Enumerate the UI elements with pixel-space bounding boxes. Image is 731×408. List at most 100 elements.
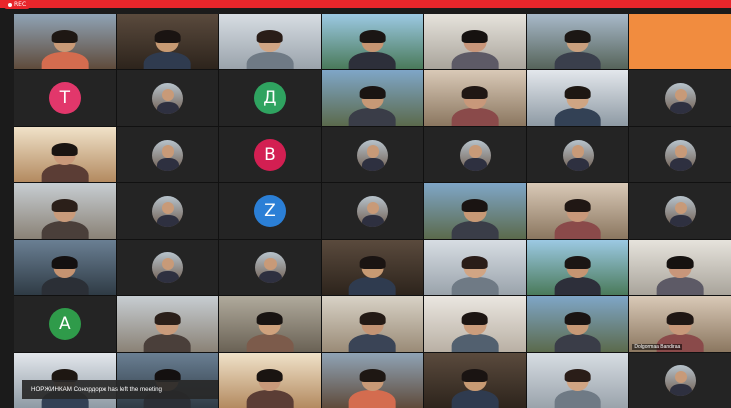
participant-video-tile[interactable] <box>526 296 629 352</box>
participant-video-feed <box>451 255 499 296</box>
participant-photo-avatar <box>665 139 697 171</box>
participant-grid: T Д B Z A Dolgormaa Bandiraa <box>14 14 731 408</box>
participant-avatar-tile[interactable] <box>116 126 219 183</box>
participant-avatar-tile[interactable] <box>321 183 424 239</box>
participant-name-label: Dolgormaa Bandiraa <box>632 343 683 350</box>
notification-text: НОРЖИНКАМ Сонордорж has left the meeting <box>31 386 162 393</box>
participant-video-tile[interactable] <box>14 183 116 239</box>
participant-video-tile[interactable] <box>526 14 629 70</box>
participant-video-tile[interactable] <box>424 352 526 408</box>
participant-video-tile[interactable] <box>526 70 629 126</box>
participant-video-tile[interactable] <box>321 70 424 126</box>
participant-video-tile[interactable] <box>424 14 526 70</box>
participant-video-tile[interactable] <box>424 296 526 352</box>
participant-video-feed <box>451 86 499 126</box>
recording-label: REC <box>14 1 27 8</box>
participant-avatar-tile[interactable] <box>116 70 219 126</box>
participant-video-feed <box>554 199 601 239</box>
participant-photo-avatar <box>665 83 697 115</box>
participant-photo-avatar <box>562 139 594 171</box>
participant-initial-avatar: T <box>48 82 81 115</box>
participant-left-notification: НОРЖИНКАМ Сонордорж has left the meeting <box>22 380 218 399</box>
participant-video-feed <box>451 312 499 352</box>
participant-photo-avatar <box>254 252 286 284</box>
participant-video-feed <box>143 30 191 70</box>
participant-video-tile[interactable] <box>424 239 526 296</box>
participant-video-feed <box>349 86 396 126</box>
participant-photo-avatar <box>357 139 389 171</box>
participant-video-feed <box>246 368 294 408</box>
participant-avatar-tile[interactable] <box>629 352 731 408</box>
participant-avatar-tile[interactable] <box>526 126 629 183</box>
participant-video-feed <box>246 30 294 70</box>
participant-video-feed <box>554 312 601 352</box>
participant-video-tile[interactable] <box>526 183 629 239</box>
participant-video-feed <box>246 312 294 352</box>
participant-avatar-tile[interactable] <box>629 126 731 183</box>
participant-video-feed <box>554 368 601 408</box>
participant-avatar-tile[interactable] <box>116 239 219 296</box>
participant-initial-avatar: A <box>48 307 81 340</box>
participant-avatar-tile[interactable]: Z <box>219 183 321 239</box>
participant-avatar-tile[interactable] <box>424 126 526 183</box>
participant-photo-avatar <box>152 195 184 227</box>
participant-video-feed <box>554 255 601 296</box>
participant-photo-avatar <box>152 83 184 115</box>
participant-avatar-tile[interactable] <box>629 183 731 239</box>
participant-avatar-tile[interactable] <box>219 239 321 296</box>
participant-video-tile[interactable] <box>629 239 731 296</box>
participant-video-feed <box>349 312 396 352</box>
participant-avatar-tile[interactable]: B <box>219 126 321 183</box>
participant-video-tile[interactable] <box>116 14 219 70</box>
participant-video-feed <box>349 368 396 408</box>
participant-avatar-tile[interactable]: Д <box>219 70 321 126</box>
participant-initial-avatar: Д <box>253 82 286 115</box>
participant-video-feed <box>143 312 191 352</box>
participant-video-tile[interactable] <box>116 296 219 352</box>
participant-avatar-tile[interactable]: T <box>14 70 116 126</box>
participant-video-tile[interactable] <box>424 183 526 239</box>
participant-video-tile[interactable] <box>526 239 629 296</box>
participant-photo-avatar <box>665 365 697 397</box>
participant-video-tile[interactable] <box>321 352 424 408</box>
participant-video-feed <box>349 255 396 296</box>
participant-video-feed <box>451 368 499 408</box>
participant-avatar-tile[interactable] <box>321 126 424 183</box>
participant-video-tile[interactable] <box>321 296 424 352</box>
participant-video-tile[interactable] <box>526 352 629 408</box>
participant-color-tile[interactable] <box>629 14 731 70</box>
participant-photo-avatar <box>152 139 184 171</box>
participant-video-tile[interactable] <box>14 14 116 70</box>
participant-video-feed <box>41 199 89 239</box>
participant-video-feed <box>41 142 89 183</box>
recording-indicator[interactable]: REC <box>4 0 31 9</box>
participant-video-feed <box>656 255 704 296</box>
participant-video-feed <box>41 255 89 296</box>
participant-avatar-tile[interactable]: A <box>14 296 116 352</box>
participant-video-tile[interactable] <box>219 352 321 408</box>
participant-photo-avatar <box>460 139 492 171</box>
participant-photo-avatar <box>665 195 697 227</box>
participant-video-feed <box>451 30 499 70</box>
participant-video-tile[interactable] <box>219 14 321 70</box>
participant-video-tile[interactable] <box>321 14 424 70</box>
participant-video-tile[interactable] <box>14 239 116 296</box>
participant-avatar-tile[interactable] <box>116 183 219 239</box>
participant-video-feed <box>451 199 499 239</box>
participant-video-feed <box>554 86 601 126</box>
recording-bar <box>0 0 731 8</box>
participant-initial-avatar: Z <box>253 194 286 227</box>
participant-photo-avatar <box>152 252 184 284</box>
participant-video-feed <box>554 30 601 70</box>
participant-video-tile[interactable] <box>321 239 424 296</box>
participant-video-feed <box>41 30 89 70</box>
participant-video-tile[interactable] <box>424 70 526 126</box>
participant-photo-avatar <box>357 195 389 227</box>
participant-video-tile[interactable] <box>14 126 116 183</box>
participant-video-tile[interactable]: Dolgormaa Bandiraa <box>629 296 731 352</box>
participant-avatar-tile[interactable] <box>629 70 731 126</box>
participant-video-tile[interactable] <box>219 296 321 352</box>
participant-initial-avatar: B <box>253 138 286 171</box>
participant-video-feed <box>349 30 396 70</box>
record-dot-icon <box>8 2 12 7</box>
